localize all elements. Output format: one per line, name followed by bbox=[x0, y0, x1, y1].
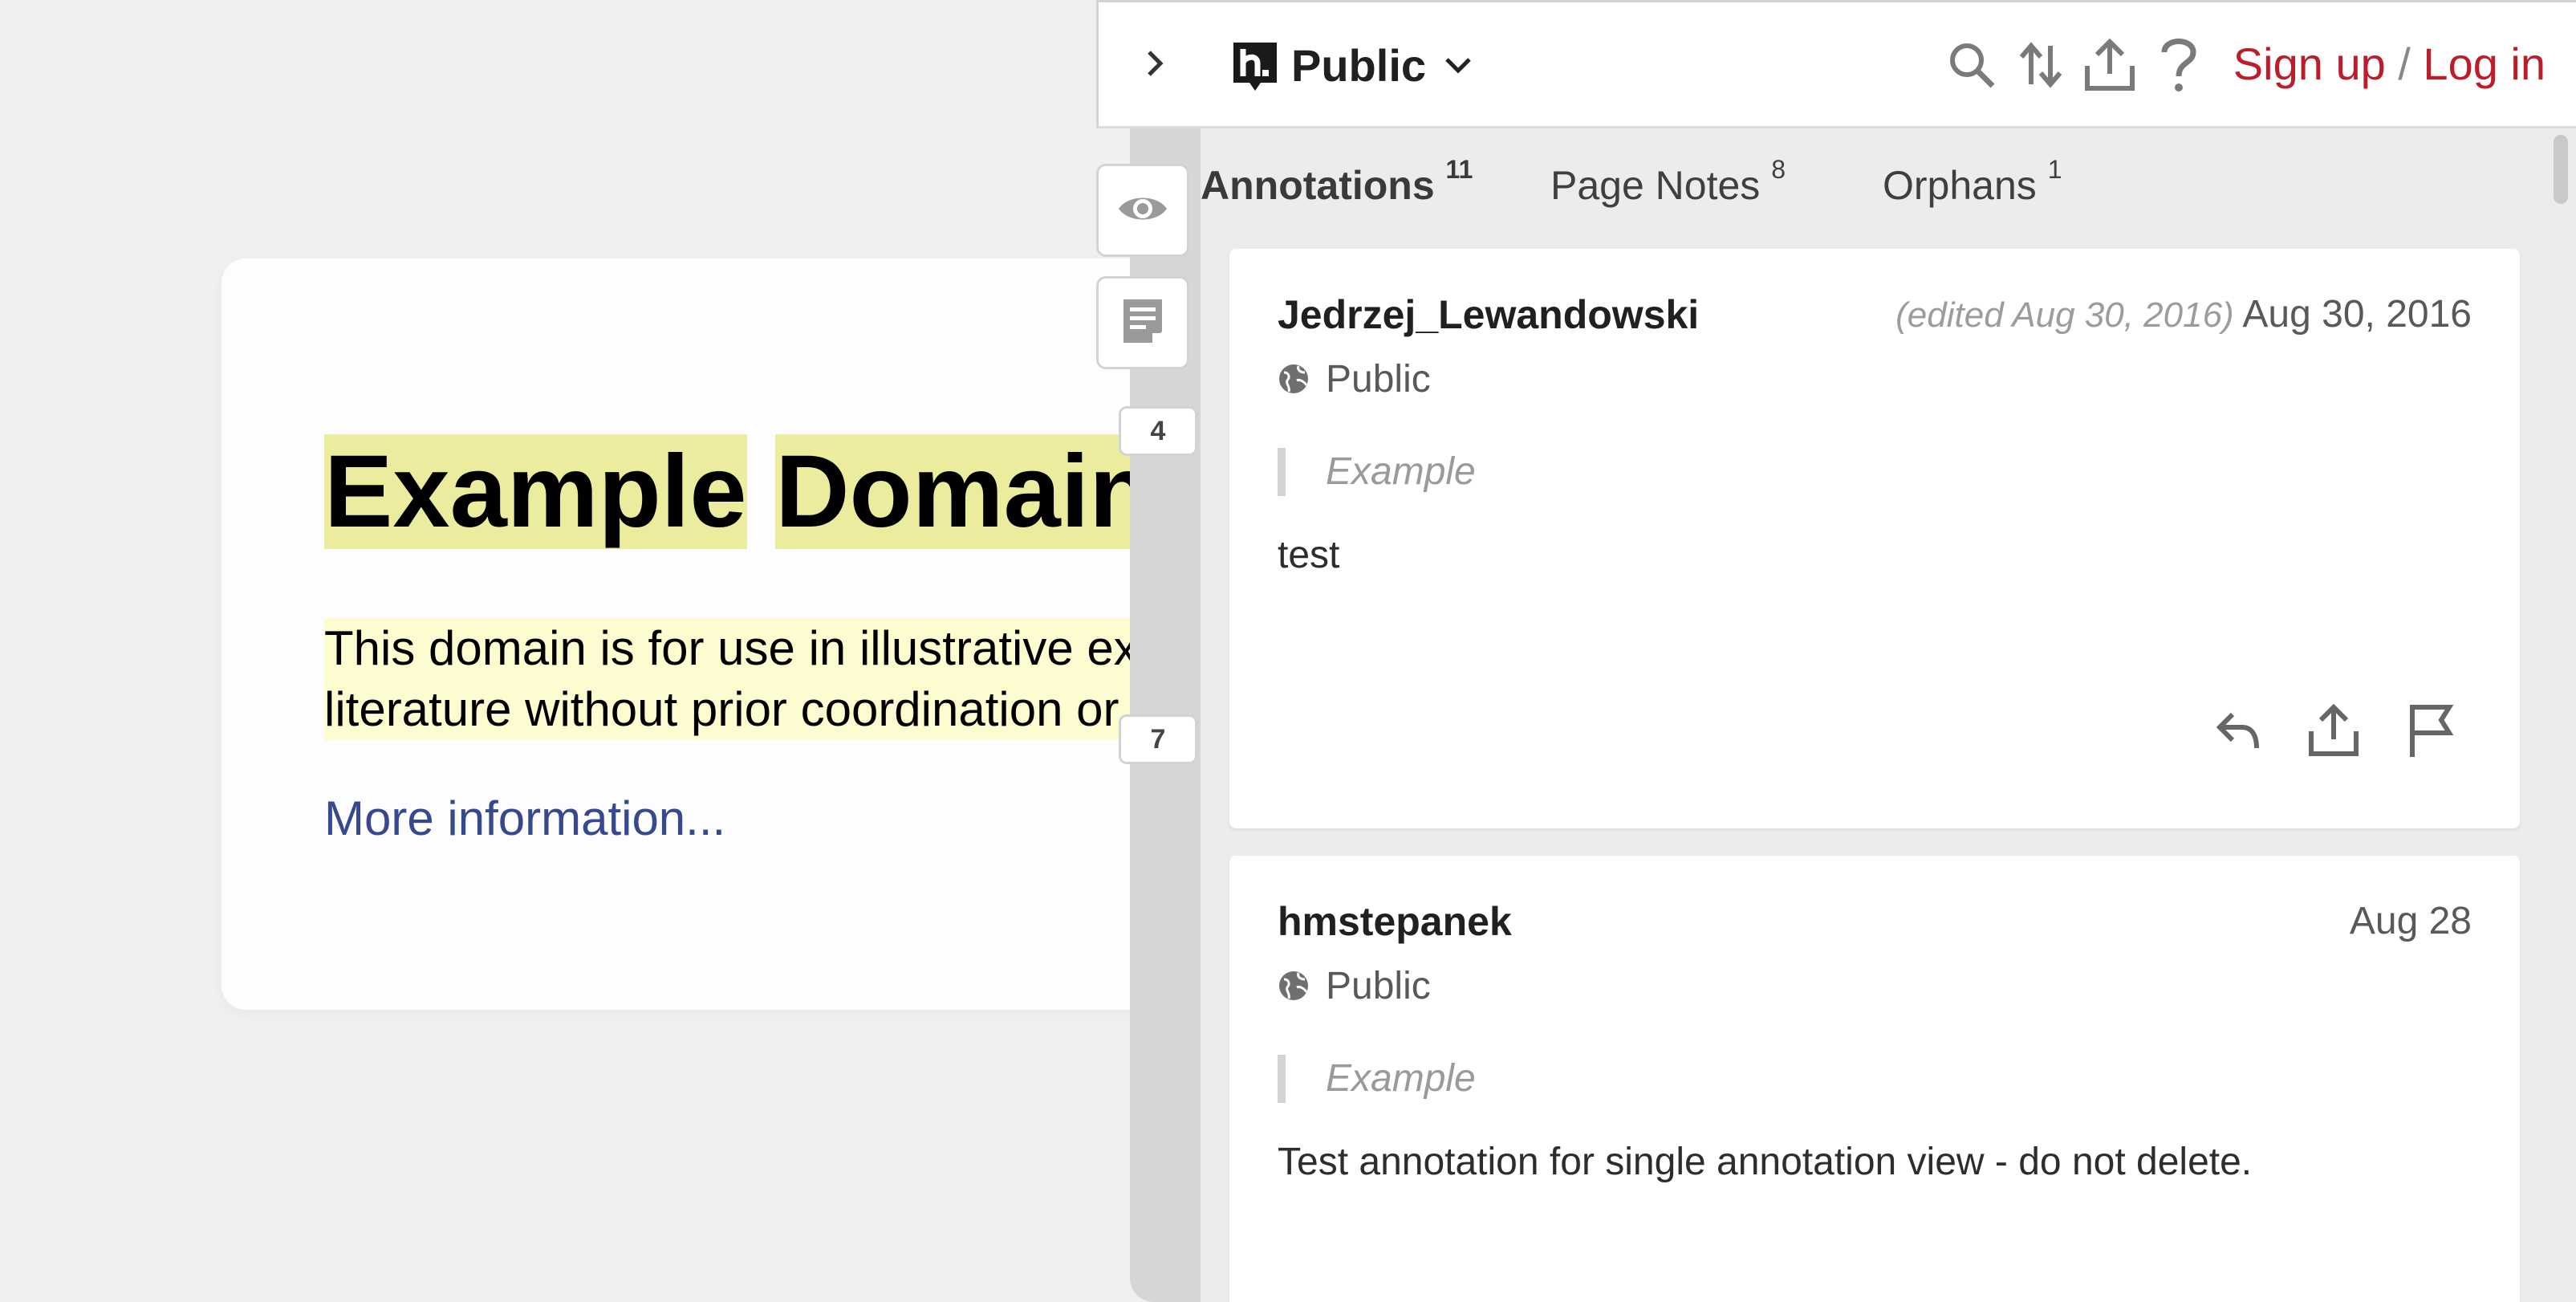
sidebar-body: Annotations 11 Page Notes 8 Orphans 1 Je… bbox=[1201, 128, 2576, 1302]
annotation-date[interactable]: Aug 28 bbox=[2350, 900, 2472, 942]
privacy-label: Public bbox=[1326, 357, 1431, 401]
more-information-link[interactable]: More information... bbox=[324, 788, 725, 849]
tab-label: Page Notes bbox=[1550, 163, 1761, 208]
annotation-timestamp[interactable]: (edited Aug 30, 2016) Aug 30, 2016 bbox=[1895, 289, 2472, 341]
annotation-card[interactable]: Jedrzej_Lewandowski (edited Aug 30, 2016… bbox=[1229, 249, 2520, 828]
annotation-date[interactable]: Aug 30, 2016 bbox=[2242, 293, 2472, 336]
sign-up-link[interactable]: Sign up bbox=[2233, 39, 2386, 89]
hypothesis-logo-icon bbox=[1233, 43, 1277, 91]
privacy-label: Public bbox=[1326, 964, 1431, 1007]
group-name[interactable]: Public bbox=[1291, 38, 1426, 94]
tab-count: 1 bbox=[2047, 155, 2062, 184]
tab-label: Orphans bbox=[1883, 163, 2037, 208]
paragraph-line-1[interactable]: This domain is for use in illustrative e… bbox=[324, 618, 1205, 679]
annotation-sidebar: Public Sign up / Log in Annotations 11 P… bbox=[1096, 0, 2576, 1302]
chevron-right-icon bbox=[1143, 47, 1167, 83]
annotation-user[interactable]: hmstepanek bbox=[1278, 896, 1512, 947]
help-icon[interactable] bbox=[2148, 35, 2209, 96]
annotation-quote[interactable]: Example bbox=[1278, 448, 1476, 496]
log-in-link[interactable]: Log in bbox=[2423, 39, 2546, 89]
annotation-timestamp[interactable]: Aug 28 bbox=[2350, 896, 2472, 948]
tab-count: 8 bbox=[1771, 155, 1786, 184]
page-card: Example Domain This domain is for use in… bbox=[221, 258, 1225, 1010]
tab-annotations[interactable]: Annotations 11 bbox=[1201, 157, 1473, 214]
auth-separator: / bbox=[2398, 39, 2411, 89]
more-information-link-text[interactable]: More information... bbox=[324, 791, 725, 845]
flag-icon[interactable] bbox=[2398, 698, 2462, 763]
globe-icon bbox=[1279, 971, 1308, 1000]
share-icon[interactable] bbox=[2079, 35, 2140, 96]
sidebar-top-bar: Public Sign up / Log in bbox=[1096, 0, 2576, 128]
search-icon[interactable] bbox=[1941, 35, 2002, 96]
tab-orphans[interactable]: Orphans 1 bbox=[1883, 157, 2062, 214]
reply-icon[interactable] bbox=[2205, 698, 2269, 763]
annotation-actions bbox=[2205, 698, 2462, 763]
collapse-sidebar-button[interactable] bbox=[1131, 41, 1179, 89]
paragraph-line-2[interactable]: literature without prior coordination or… bbox=[324, 679, 1205, 740]
annotation-body: test bbox=[1278, 534, 1340, 576]
sidebar-scrollbar[interactable] bbox=[2554, 135, 2568, 204]
page-paragraph: This domain is for use in illustrative e… bbox=[324, 618, 1205, 740]
tab-count: 11 bbox=[1445, 155, 1473, 184]
chevron-down-icon bbox=[1442, 49, 1474, 81]
globe-icon bbox=[1279, 364, 1308, 393]
annotation-privacy: Public bbox=[1278, 353, 1431, 405]
annotation-user[interactable]: Jedrzej_Lewandowski bbox=[1278, 289, 1699, 340]
annotation-body: Test annotation for single annotation vi… bbox=[1278, 1141, 2253, 1183]
edited-label: (edited Aug 30, 2016) bbox=[1895, 295, 2234, 335]
highlight-title-word1[interactable]: Example bbox=[324, 434, 747, 549]
tab-page-notes[interactable]: Page Notes 8 bbox=[1550, 157, 1786, 214]
sort-icon[interactable] bbox=[2010, 35, 2071, 96]
annotation-card[interactable]: hmstepanek Aug 28 Public Example Test an… bbox=[1229, 856, 2520, 1302]
tab-label: Annotations bbox=[1201, 163, 1435, 208]
page-title: Example Domain bbox=[324, 430, 1152, 554]
annotation-quote[interactable]: Example bbox=[1278, 1055, 1476, 1103]
share-icon[interactable] bbox=[2302, 698, 2366, 763]
auth-links: Sign up / Log in bbox=[2233, 36, 2546, 92]
annotation-privacy: Public bbox=[1278, 960, 1431, 1011]
